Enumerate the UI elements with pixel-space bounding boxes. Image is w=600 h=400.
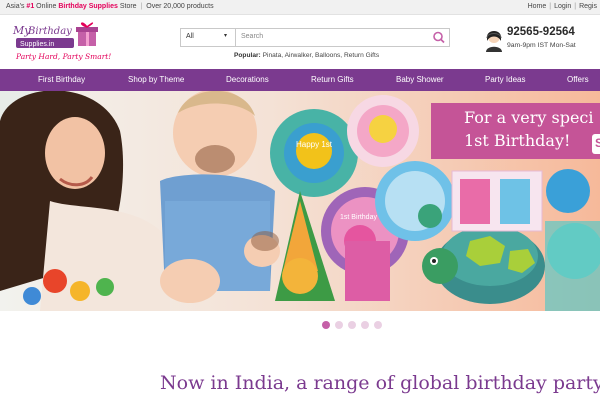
carousel-dot-3[interactable] — [348, 321, 356, 329]
support-phone[interactable]: 92565-92564 — [507, 26, 575, 38]
divider: | — [140, 3, 143, 10]
nav-item-baby-shower[interactable]: Baby Shower — [396, 75, 444, 84]
category-select[interactable]: All ▾ — [181, 29, 236, 46]
logo-graphic: My Birthday Supplies.in — [12, 22, 98, 48]
nav-item-party-ideas[interactable]: Party Ideas — [485, 75, 525, 84]
svg-text:Birthday: Birthday — [27, 26, 72, 37]
register-link[interactable]: Regis — [576, 3, 600, 10]
customer-support: 92565-92564 9am-9pm IST Mon-Sat — [484, 26, 596, 56]
shop-now-button[interactable]: S — [592, 134, 600, 154]
tagline-prefix: Asia's — [6, 3, 25, 10]
product-count: Over 20,000 products — [146, 3, 214, 10]
logo-tagline: Party Hard, Party Smart! — [16, 52, 112, 61]
carousel-dot-4[interactable] — [361, 321, 369, 329]
search-icon — [433, 31, 445, 44]
search-input[interactable]: Search — [241, 33, 263, 40]
plate-text: 1st Birthday — [340, 214, 377, 221]
plate-text: Happy 1st — [296, 140, 333, 149]
popular-label: Popular: — [234, 52, 261, 59]
tagline-highlight: Birthday Supplies — [58, 3, 118, 10]
account-links: Home | Login | Regis — [525, 3, 600, 10]
promo-line-1: For a very speci — [464, 108, 594, 127]
shop-now-label: S — [595, 136, 600, 150]
promo-line-2: 1st Birthday! — [464, 131, 571, 150]
main-nav: First Birthday Shop by Theme Decorations… — [0, 69, 600, 91]
svg-text:Supplies.in: Supplies.in — [20, 41, 54, 48]
top-bar: Asia's #1 Online Birthday Supplies Store… — [0, 0, 600, 15]
category-value: All — [186, 33, 194, 40]
nav-item-first-birthday[interactable]: First Birthday — [38, 75, 85, 84]
carousel-dot-2[interactable] — [335, 321, 343, 329]
popular-searches: Popular: Pinata, Airwalker, Balloons, Re… — [234, 52, 379, 59]
tagline-rank: #1 — [26, 3, 35, 10]
nav-item-shop-by-theme[interactable]: Shop by Theme — [128, 75, 184, 84]
carousel-dot-1[interactable] — [322, 321, 330, 329]
login-link[interactable]: Login — [551, 3, 574, 10]
carousel-dot-5[interactable] — [374, 321, 382, 329]
headline-text: Now in India, a range of global birthday… — [160, 372, 600, 394]
popular-items[interactable]: Pinata, Airwalker, Balloons, Return Gift… — [263, 52, 380, 59]
nav-item-return-gifts[interactable]: Return Gifts — [311, 75, 354, 84]
tagline-middle: Online — [36, 3, 57, 10]
promo-banner-text[interactable]: For a very speci 1st Birthday! S — [431, 103, 600, 159]
support-hours: 9am-9pm IST Mon-Sat — [507, 42, 576, 49]
tagline-store: Store — [119, 3, 137, 10]
support-agent-icon — [486, 31, 502, 52]
search-bar: All ▾ Search — [180, 28, 450, 47]
search-button[interactable] — [429, 29, 449, 46]
nav-item-decorations[interactable]: Decorations — [226, 75, 269, 84]
home-link[interactable]: Home — [525, 3, 550, 10]
nav-item-offers[interactable]: Offers — [567, 75, 589, 84]
chevron-down-icon: ▾ — [224, 33, 228, 39]
store-tagline: Asia's #1 Online Birthday Supplies Store… — [6, 3, 214, 10]
